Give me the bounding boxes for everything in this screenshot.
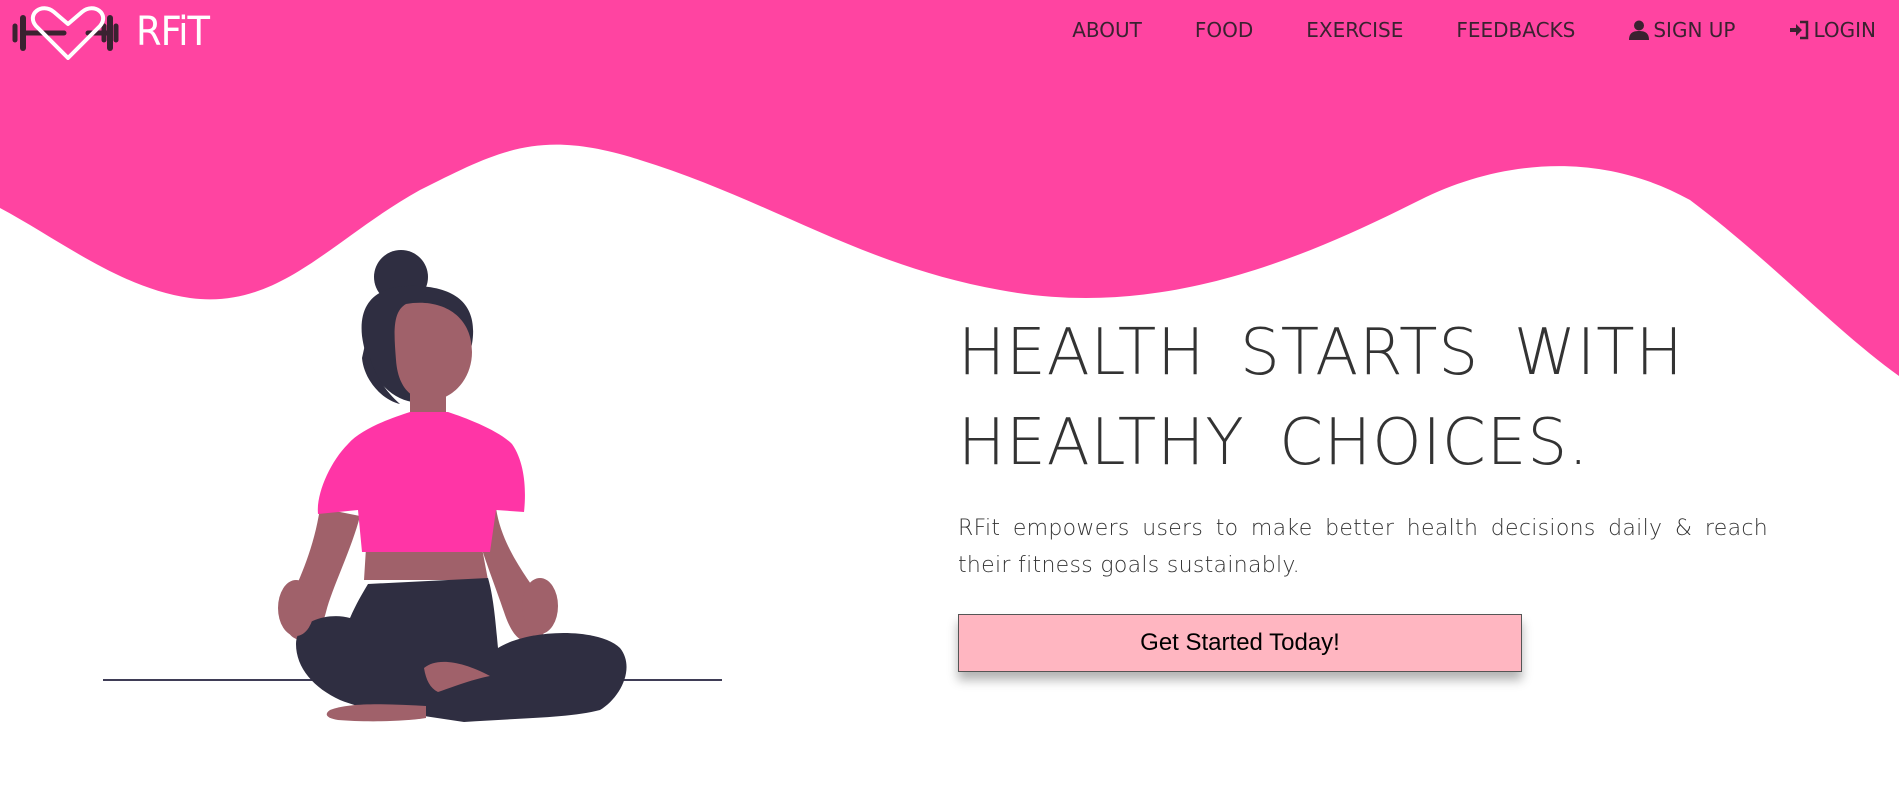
nav-item-food[interactable]: FOOD xyxy=(1195,18,1253,42)
main-nav: ABOUT FOOD EXERCISE FEEDBACKS SIGN UP LO… xyxy=(1072,18,1876,42)
hero-section: HEALTH STARTS WITH HEALTHY CHOICES. RFit… xyxy=(958,308,1768,584)
hero-title-line: HEALTH STARTS WITH xyxy=(958,316,1684,390)
get-started-button[interactable]: Get Started Today! xyxy=(958,614,1522,672)
login-icon xyxy=(1790,20,1809,40)
nav-item-feedbacks[interactable]: FEEDBACKS xyxy=(1456,18,1575,42)
nav-item-login[interactable]: LOGIN xyxy=(1788,18,1876,42)
nav-item-label: FOOD xyxy=(1194,18,1254,42)
brand-logo[interactable]: RFiT xyxy=(12,4,215,60)
meditating-woman-illustration xyxy=(103,250,722,722)
get-started-label: Get Started Today! xyxy=(1140,629,1340,656)
brand-name: RFiT xyxy=(136,9,210,55)
nav-item-label: FEEDBACKS xyxy=(1456,18,1576,42)
user-icon xyxy=(1629,20,1650,40)
nav-item-label: ABOUT xyxy=(1072,18,1142,42)
dumbbell-heart-icon xyxy=(12,6,119,60)
nav-item-about[interactable]: ABOUT xyxy=(1072,18,1142,42)
nav-item-exercise[interactable]: EXERCISE xyxy=(1306,18,1403,42)
nav-item-sign-up[interactable]: SIGN UP xyxy=(1628,18,1735,42)
nav-item-label: SIGN UP xyxy=(1653,18,1736,42)
nav-item-label: EXERCISE xyxy=(1306,18,1404,42)
nav-item-label: LOGIN xyxy=(1813,18,1876,42)
hero-title-line: HEALTHY CHOICES. xyxy=(958,406,1590,480)
hero-title: HEALTH STARTS WITH HEALTHY CHOICES. xyxy=(958,308,1752,488)
landing-page: RFiT ABOUT FOOD EXERCISE FEEDBACKS SIGN … xyxy=(0,0,1899,793)
hero-subtitle: RFit empowers users to make better healt… xyxy=(958,516,1768,578)
